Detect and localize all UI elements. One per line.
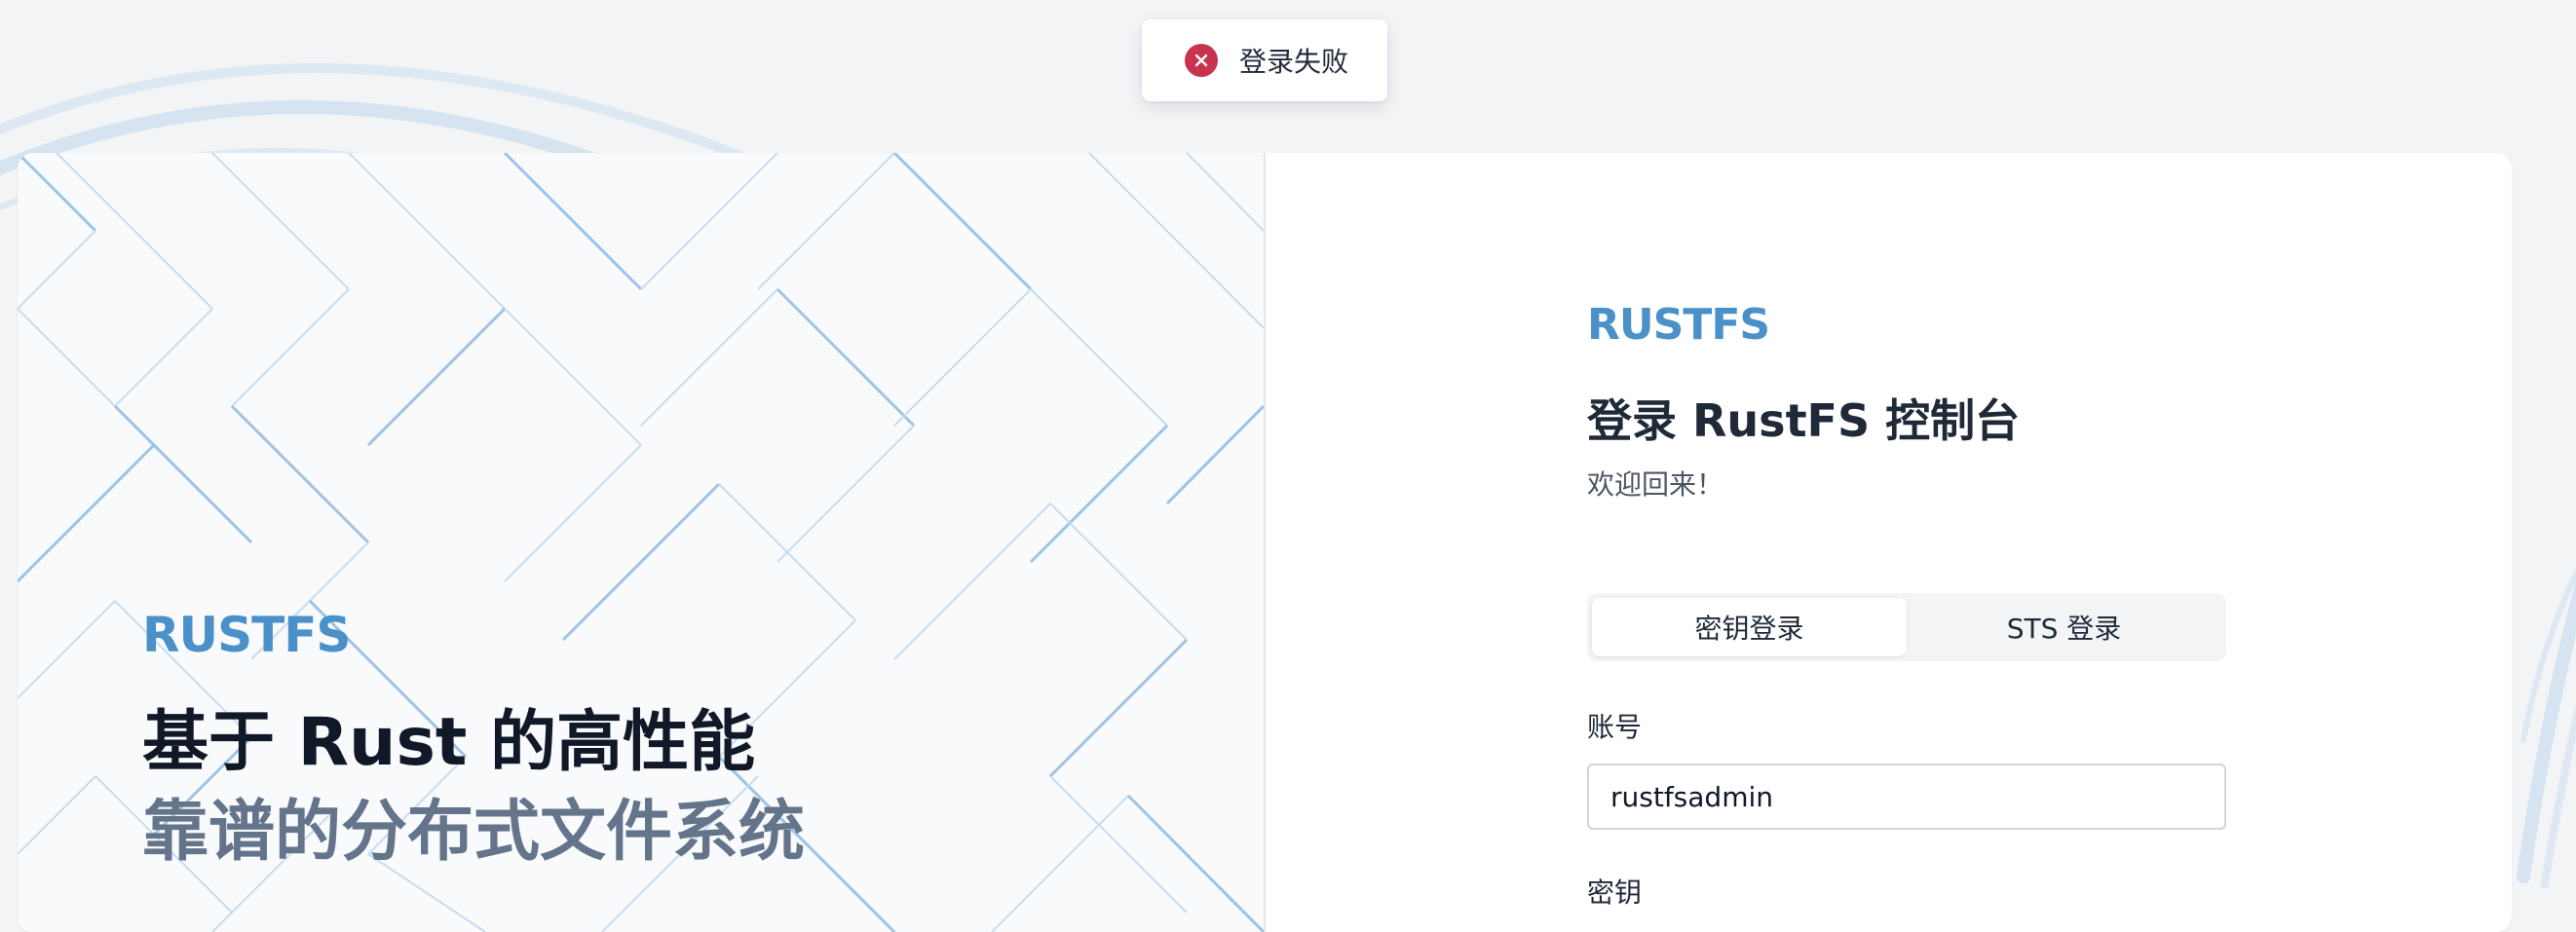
maze-line (776, 287, 916, 428)
hero-subheadline: 靠谱的分布式文件系统 (142, 794, 806, 871)
brand-logo: RUSTFS (1587, 300, 1770, 350)
tab-secret-key-login[interactable]: 密钥登录 (1592, 598, 1907, 656)
toast-message: 登录失败 (1239, 46, 1349, 78)
maze-line (640, 288, 778, 427)
maze-line (230, 404, 370, 544)
maze-line (18, 600, 116, 699)
account-label: 账号 (1587, 711, 1643, 743)
maze-line (757, 153, 895, 290)
maze-line (18, 153, 97, 233)
maze-line (991, 795, 1129, 932)
maze-line (348, 153, 506, 310)
brand-logo: RUSTFS (142, 607, 351, 663)
login-title: 登录 RustFS 控制台 (1587, 394, 2021, 447)
maze-line (56, 153, 213, 310)
maze-line (18, 230, 96, 310)
welcome-text: 欢迎回来！ (1587, 468, 1724, 501)
maze-line (1030, 288, 1168, 427)
maze-line (1049, 775, 1188, 913)
login-card: RUSTFS 基于 Rust 的高性能 靠谱的分布式文件系统 RUSTFS 登录… (18, 153, 2512, 932)
maze-line (640, 153, 778, 290)
maze-line (893, 288, 1032, 427)
login-panel: RUSTFS 登录 RustFS 控制台 欢迎回来！ 密钥登录 STS 登录 账… (1266, 153, 2512, 932)
maze-line (1186, 153, 1264, 232)
maze-line (893, 503, 1051, 660)
maze-line (1165, 404, 1264, 505)
secret-key-label: 密钥 (1587, 876, 1643, 909)
error-circle-icon (1185, 44, 1218, 77)
maze-line (231, 288, 350, 407)
login-failed-toast: 登录失败 (1142, 19, 1387, 101)
maze-line (113, 404, 253, 544)
maze-line (561, 482, 721, 642)
maze-line (366, 307, 507, 447)
tab-sts-login[interactable]: STS 登录 (1907, 598, 2221, 656)
maze-line (1049, 503, 1188, 641)
maze-line (1088, 153, 1264, 329)
hero-panel: RUSTFS 基于 Rust 的高性能 靠谱的分布式文件系统 (18, 153, 1266, 932)
account-input[interactable] (1587, 764, 2226, 830)
maze-line (1126, 794, 1264, 932)
maze-line (504, 444, 642, 582)
maze-line (777, 425, 915, 563)
maze-line (1048, 638, 1189, 778)
maze-line (503, 153, 643, 291)
maze-line (18, 775, 96, 855)
login-method-tabs: 密钥登录 STS 登录 (1587, 593, 2226, 661)
maze-line (892, 153, 1033, 291)
hero-headline: 基于 Rust 的高性能 (142, 704, 756, 781)
maze-line (1029, 424, 1169, 564)
maze-line (18, 443, 156, 583)
maze-line (504, 308, 642, 446)
maze-line (114, 308, 213, 407)
maze-line (211, 153, 350, 290)
